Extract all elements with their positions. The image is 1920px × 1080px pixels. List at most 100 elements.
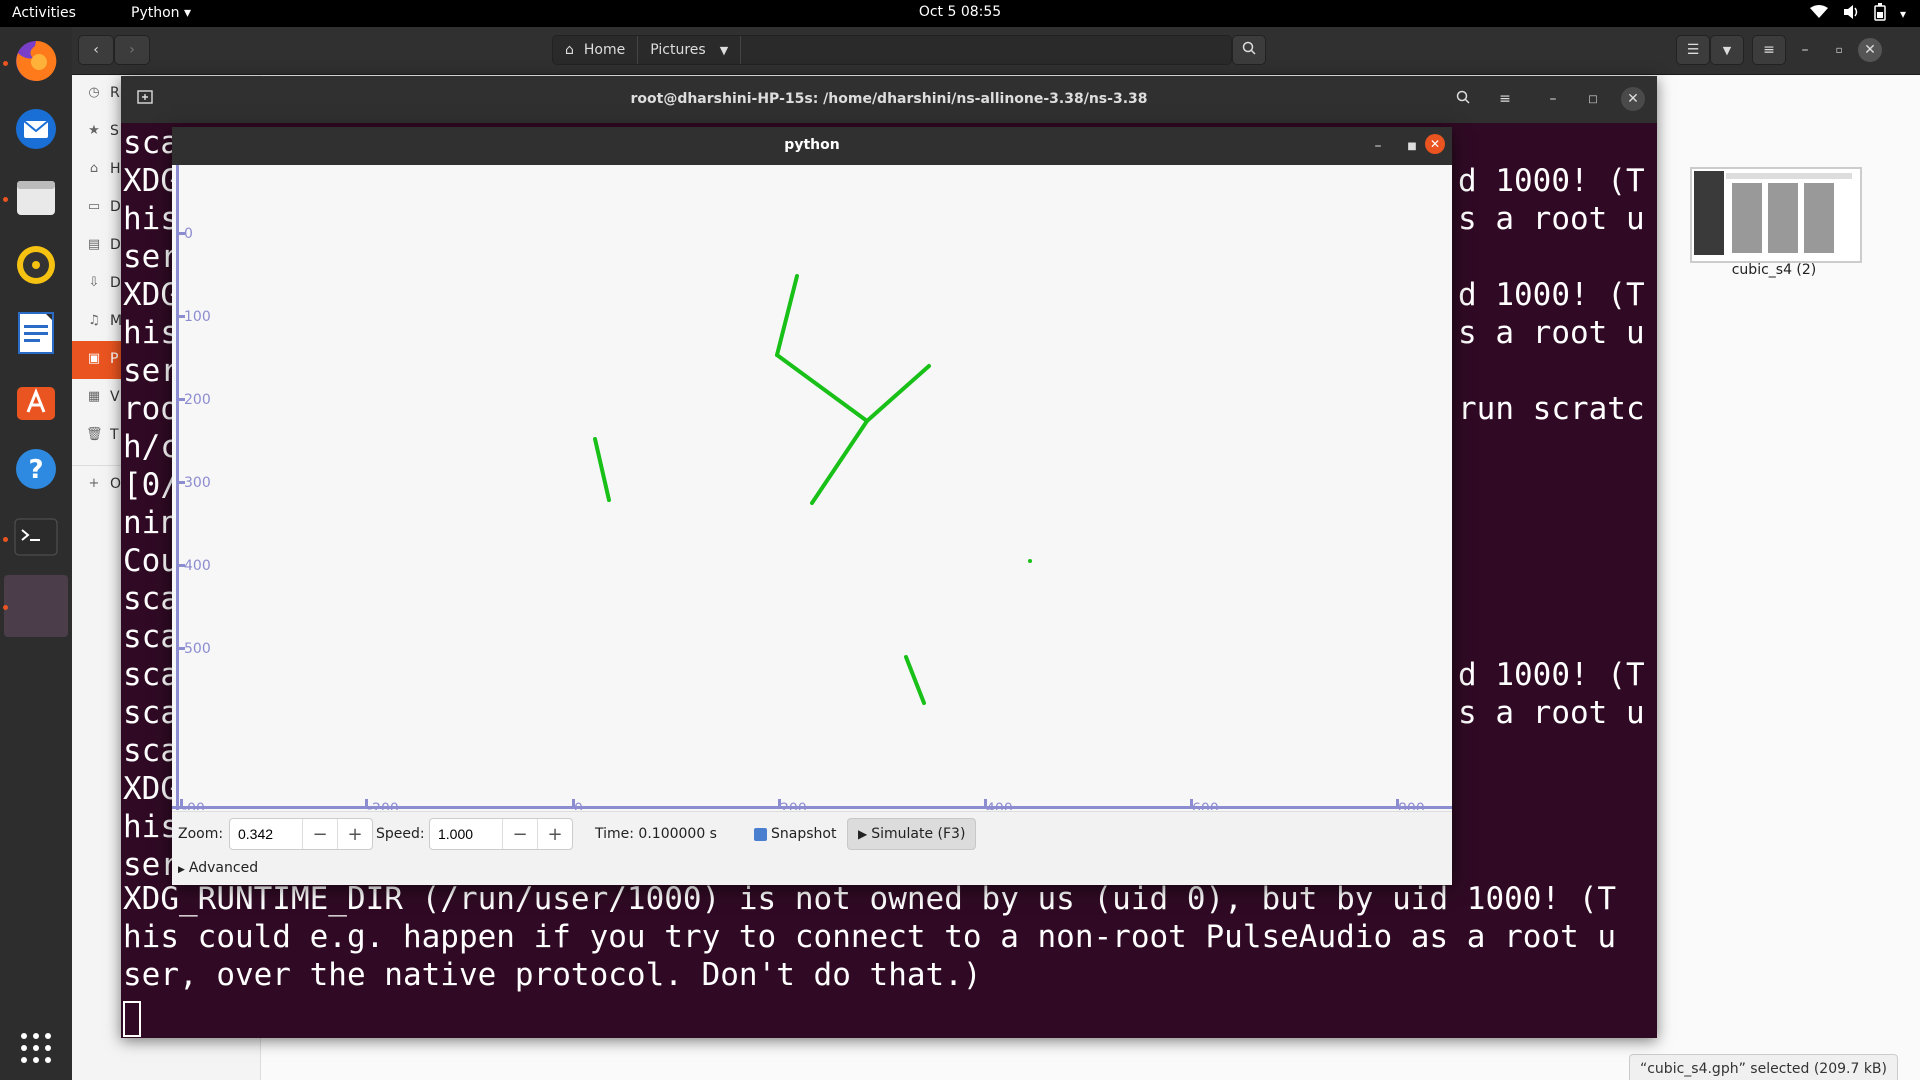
search-button[interactable] <box>1232 35 1266 65</box>
network-canvas[interactable]: 0 100 200 300 400 500 -00 -200 0 200 400 600 800 <box>172 165 1452 817</box>
speed-increase-button[interactable]: + <box>537 819 572 849</box>
status-bar: “cubic_s4.gph” selected (209.7 kB) <box>1628 1054 1898 1080</box>
zoom-input[interactable] <box>230 819 302 849</box>
desktop-icon: ▭ <box>87 199 101 214</box>
sidebar-item-label: D <box>110 237 121 253</box>
x-tick-label: 200 <box>780 801 807 810</box>
python-maximize-button[interactable]: ■ <box>1400 134 1424 158</box>
dock-thunderbird[interactable] <box>8 103 64 159</box>
chevron-right-icon: › <box>129 42 135 58</box>
python-window[interactable]: python – ■ ✕ 0 100 200 300 400 500 -00 -200 0 20… <box>172 127 1452 885</box>
show-apps-icon <box>20 1032 52 1068</box>
zoom-decrease-button[interactable]: − <box>302 819 337 849</box>
menu-button[interactable]: ≡ <box>1752 35 1786 65</box>
zoom-spinner[interactable]: − + <box>229 818 373 850</box>
terminal-line-fragment: d 1000! (T <box>1458 163 1645 199</box>
sidebar-item-label: O <box>110 476 122 492</box>
y-tick-label: 100 <box>184 309 211 325</box>
activities-button[interactable]: Activities <box>12 5 76 21</box>
zoom-increase-button[interactable]: + <box>337 819 372 849</box>
terminal-line-fragment: s a root u <box>1458 201 1645 237</box>
terminal-titlebar: root@dharshini-HP-15s: /home/dharshini/n… <box>121 76 1657 123</box>
view-list-button[interactable]: ☰ <box>1676 35 1710 65</box>
volume-icon <box>1842 4 1860 24</box>
minimize-icon: – <box>1801 42 1809 58</box>
maximize-icon: □ <box>1588 93 1598 105</box>
x-tick-label: 0 <box>574 801 583 810</box>
minimize-button[interactable]: – <box>1790 35 1820 65</box>
python-minimize-button[interactable]: – <box>1366 134 1390 158</box>
speed-spinner[interactable]: − + <box>429 818 573 850</box>
speed-input[interactable] <box>430 819 502 849</box>
sidebar-item-label: H <box>110 161 121 177</box>
link-line <box>593 437 611 502</box>
terminal-close-button[interactable]: ✕ <box>1621 87 1645 111</box>
breadcrumb-home-label: Home <box>583 42 626 58</box>
close-button[interactable]: ✕ <box>1858 38 1882 62</box>
dock-firefox[interactable] <box>8 35 64 91</box>
home-icon: ⌂ <box>565 42 574 58</box>
terminal-line-fragment: his <box>123 315 179 351</box>
chevron-left-icon: ‹ <box>93 42 99 58</box>
dock-rhythmbox[interactable] <box>8 239 64 295</box>
chevron-down-icon: ▾ <box>183 5 192 21</box>
breadcrumb-pictures[interactable]: Pictures ▼ <box>638 36 742 64</box>
dock-software[interactable] <box>8 375 64 431</box>
hamburger-icon: ≡ <box>1499 91 1511 107</box>
y-tick-label: 500 <box>184 641 211 657</box>
python-title: python <box>784 137 840 153</box>
terminal-line-fragment: d 1000! (T <box>1458 277 1645 313</box>
dock-help[interactable]: ? <box>8 443 64 499</box>
x-tick-label: -00 <box>182 801 205 810</box>
chevron-down-icon: ▼ <box>719 43 729 57</box>
pictures-icon: ▣ <box>87 351 101 366</box>
show-apps-button[interactable] <box>8 1022 64 1078</box>
python-close-button[interactable]: ✕ <box>1425 134 1445 154</box>
simulate-button[interactable]: ▶ Simulate (F3) <box>847 818 977 850</box>
speed-decrease-button[interactable]: − <box>502 819 537 849</box>
advanced-expander[interactable]: ▶ Advanced <box>178 860 258 876</box>
system-tray[interactable]: ▾ <box>1809 3 1906 25</box>
clock[interactable]: Oct 5 08:55 <box>919 4 1001 20</box>
terminal-menu-button[interactable]: ≡ <box>1493 87 1517 111</box>
link-line <box>865 364 931 423</box>
dock-terminal[interactable] <box>8 511 64 567</box>
recent-icon: ◷ <box>88 85 100 100</box>
speed-label: Speed: <box>376 826 425 842</box>
python-titlebar: python – ■ ✕ <box>172 127 1452 165</box>
terminal-line-fragment: ser <box>123 239 179 275</box>
dock-python[interactable] <box>4 575 68 637</box>
terminal-line-fragment: XDG <box>123 771 179 807</box>
terminal-line-fragment: s a root u <box>1458 695 1645 731</box>
file-thumbnail[interactable] <box>1690 167 1862 263</box>
x-tick-label: -200 <box>367 801 399 810</box>
view-options-button[interactable]: ▼ <box>1710 35 1744 65</box>
terminal-maximize-button[interactable]: □ <box>1581 87 1605 111</box>
play-icon: ▶ <box>858 827 868 841</box>
maximize-button[interactable]: ▫ <box>1824 35 1854 65</box>
wifi-icon <box>1809 5 1828 23</box>
chevron-down-icon: ▾ <box>1899 7 1906 21</box>
running-indicator <box>3 537 8 542</box>
terminal-search-button[interactable] <box>1451 87 1475 111</box>
snapshot-button[interactable]: Snapshot <box>744 818 846 850</box>
y-axis <box>176 165 179 810</box>
breadcrumb-home[interactable]: ⌂ Home <box>553 36 639 64</box>
dock-files[interactable] <box>8 171 64 227</box>
battery-icon <box>1874 3 1886 25</box>
terminal-minimize-button[interactable]: – <box>1541 87 1565 111</box>
snapshot-icon <box>754 827 767 841</box>
sidebar-item-label: S <box>110 123 119 139</box>
terminal-line: XDG_RUNTIME_DIR (/run/user/1000) is not … <box>123 881 1617 917</box>
sidebar-item-label: T <box>110 427 119 443</box>
chevron-right-icon: ▶ <box>178 865 185 875</box>
terminal-line-fragment: d 1000! (T <box>1458 657 1645 693</box>
home-icon: ⌂ <box>89 161 99 176</box>
terminal-line-fragment: sca <box>123 581 179 617</box>
dock-writer[interactable] <box>8 307 64 363</box>
forward-button[interactable]: › <box>114 35 150 65</box>
close-icon: ✕ <box>1429 137 1441 151</box>
y-tick-label: 300 <box>184 475 211 491</box>
app-menu[interactable]: Python ▾ <box>131 5 191 21</box>
back-button[interactable]: ‹ <box>78 35 114 65</box>
